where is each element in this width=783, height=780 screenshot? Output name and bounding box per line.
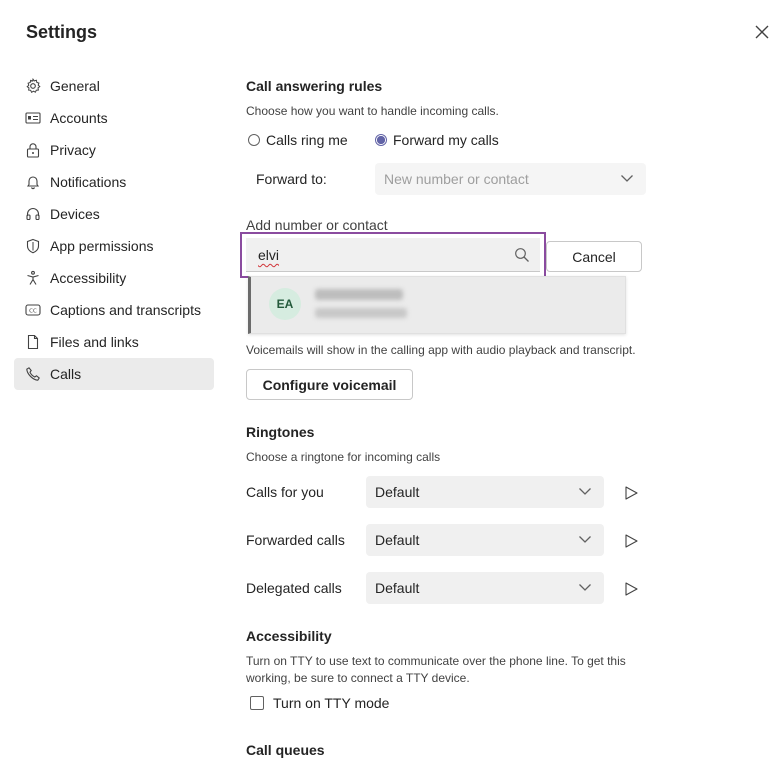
avatar: EA [269,288,301,320]
headset-icon [26,208,40,221]
radio-unselected[interactable] [248,134,260,146]
sidebar-item-general[interactable]: General [14,70,214,102]
contact-detail-redacted [315,308,407,318]
call-queues-heading: Call queues [246,742,325,758]
accessibility-description-line2: working, be sure to connect a TTY device… [246,671,470,685]
chevron-down-icon [579,488,591,495]
settings-sidebar: General Accounts Privacy Notifications D… [14,70,214,390]
contact-search-box[interactable]: elvi [240,232,546,278]
gear-icon [26,78,41,94]
contact-suggestion[interactable]: EA [248,276,626,334]
sidebar-item-privacy[interactable]: Privacy [14,134,214,166]
ringtones-description: Choose a ringtone for incoming calls [246,450,441,464]
cc-icon: CC [25,304,41,316]
shield-icon [26,238,40,254]
radio-selected[interactable] [375,134,387,146]
calls-for-you-label: Calls for you [246,484,324,500]
sidebar-item-label: Files and links [50,334,139,350]
call-answering-heading: Call answering rules [246,78,383,94]
svg-text:CC: CC [29,309,37,315]
calls-for-you-select[interactable]: Default [366,476,604,508]
voicemail-description: Voicemails will show in the calling app … [246,343,636,357]
bell-icon [26,176,40,190]
calls-ring-me-label: Calls ring me [266,132,348,148]
page-title: Settings [26,22,98,42]
forward-my-calls-option[interactable]: Forward my calls [375,132,499,148]
sidebar-item-notifications[interactable]: Notifications [14,166,214,198]
close-icon[interactable] [752,22,772,42]
accessibility-heading: Accessibility [246,628,332,644]
calls-for-you-value: Default [375,484,420,500]
sidebar-item-accounts[interactable]: Accounts [14,102,214,134]
chevron-down-icon [621,175,633,182]
accessibility-icon [27,270,39,285]
cancel-button[interactable]: Cancel [546,241,642,272]
tty-mode-option[interactable]: Turn on TTY mode [250,695,389,711]
tty-label: Turn on TTY mode [273,695,390,711]
sidebar-item-label: App permissions [50,238,154,254]
play-icon[interactable] [623,533,639,549]
chevron-down-icon [579,584,591,591]
calls-ring-me-option[interactable]: Calls ring me [248,132,348,148]
delegated-calls-value: Default [375,580,420,596]
add-number-label: Add number or contact [246,217,388,233]
sidebar-item-devices[interactable]: Devices [14,198,214,230]
id-card-icon [25,112,41,124]
sidebar-item-label: Notifications [50,174,127,190]
sidebar-item-label: Accessibility [50,270,127,286]
search-input[interactable]: elvi [258,247,279,263]
configure-voicemail-button[interactable]: Configure voicemail [246,369,413,400]
lock-icon [26,143,40,158]
sidebar-item-files-and-links[interactable]: Files and links [14,326,214,358]
sidebar-item-captions[interactable]: CC Captions and transcripts [14,294,214,326]
forwarded-calls-select[interactable]: Default [366,524,604,556]
sidebar-item-label: Calls [50,366,82,382]
sidebar-item-app-permissions[interactable]: App permissions [14,230,214,262]
forward-to-label: Forward to: [256,171,327,187]
phone-icon [26,367,40,381]
delegated-calls-label: Delegated calls [246,580,342,596]
sidebar-item-calls[interactable]: Calls [14,358,214,390]
sidebar-item-accessibility[interactable]: Accessibility [14,262,214,294]
accessibility-description-line1: Turn on TTY to use text to communicate o… [246,654,626,668]
chevron-down-icon [579,536,591,543]
forward-my-calls-label: Forward my calls [393,132,499,148]
forward-to-select[interactable]: New number or contact [375,163,646,195]
search-input-field[interactable]: elvi [246,238,540,272]
sidebar-item-label: Captions and transcripts [50,302,201,318]
search-icon[interactable] [514,247,530,263]
tty-checkbox[interactable] [250,696,264,710]
sidebar-item-label: Privacy [50,142,96,158]
forward-to-placeholder: New number or contact [384,171,529,187]
forwarded-calls-label: Forwarded calls [246,532,345,548]
contact-name-redacted [315,289,403,300]
ringtones-heading: Ringtones [246,424,315,440]
play-icon[interactable] [623,485,639,501]
call-answering-description: Choose how you want to handle incoming c… [246,104,499,118]
sidebar-item-label: Devices [50,206,100,222]
file-icon [27,334,39,350]
sidebar-item-label: General [50,78,100,94]
delegated-calls-select[interactable]: Default [366,572,604,604]
play-icon[interactable] [623,581,639,597]
forwarded-calls-value: Default [375,532,420,548]
sidebar-item-label: Accounts [50,110,108,126]
